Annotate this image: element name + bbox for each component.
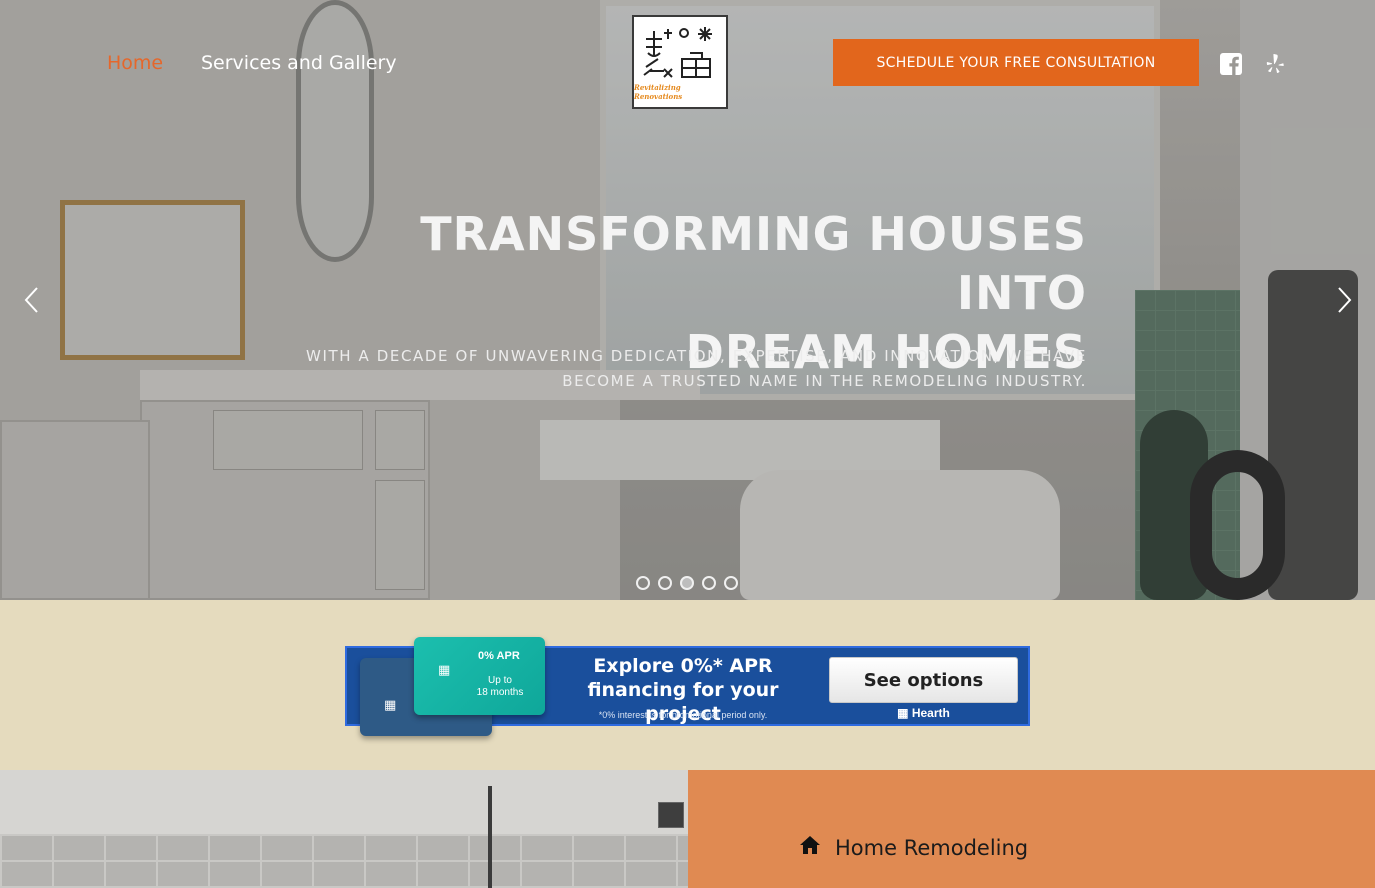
service-item-home-remodeling[interactable]: Home Remodeling (799, 835, 1028, 860)
hearth-logo-icon: ▦ (897, 706, 912, 720)
facebook-icon[interactable] (1219, 52, 1243, 76)
months-text: 18 months (476, 687, 524, 698)
financing-banner[interactable]: ▦ ▦ 0% APR Up to 18 months Explore 0%* A… (345, 637, 1030, 736)
financing-section: ▦ ▦ 0% APR Up to 18 months Explore 0%* A… (0, 600, 1375, 770)
logo-text: Revitalizing Renovations (634, 83, 683, 101)
hero-carousel: Home Services and Gallery Revitalizing R… (0, 0, 1375, 600)
nav-home-link[interactable]: Home (107, 52, 163, 74)
hero-subtitle-line1: WITH A DECADE OF UNWAVERING DEDICATION, … (306, 347, 1087, 365)
hero-title-line1: TRANSFORMING HOUSES INTO (420, 207, 1087, 320)
subway-tile-decoration (0, 834, 688, 888)
hearth-logo-icon: ▦ (384, 698, 397, 713)
carousel-dots (636, 576, 738, 590)
carousel-dot[interactable] (636, 576, 650, 590)
see-options-button[interactable]: See options (829, 657, 1018, 703)
carousel-dot[interactable] (658, 576, 672, 590)
service-label: Home Remodeling (835, 835, 1029, 860)
services-list: Home Remodeling (688, 770, 1375, 888)
fixture-decoration (658, 802, 684, 828)
shower-frame-decoration (488, 786, 492, 888)
financing-fine-print: *0% interest is for promotional period o… (598, 710, 768, 720)
headline-line1: Explore 0%* APR (593, 655, 773, 677)
hero-subtitle-line2: BECOME A TRUSTED NAME IN THE REMODELING … (562, 372, 1087, 390)
schedule-consultation-button[interactable]: SCHEDULE YOUR FREE CONSULTATION (833, 39, 1199, 86)
up-to-text: Up to (488, 675, 512, 686)
home-icon (799, 835, 821, 860)
services-image (0, 770, 688, 888)
term-label: Up to 18 months (474, 675, 526, 699)
apr-label: 0% APR (478, 650, 520, 662)
carousel-dot[interactable] (702, 576, 716, 590)
hearth-logo-icon: ▦ (438, 663, 451, 678)
hearth-brand-text: Hearth (911, 706, 950, 720)
yelp-icon[interactable] (1263, 52, 1287, 76)
carousel-prev-arrow-icon[interactable] (22, 286, 42, 314)
hearth-brand: ▦ Hearth (829, 706, 1018, 720)
site-logo[interactable]: Revitalizing Renovations (632, 15, 728, 109)
hero-subtitle: WITH A DECADE OF UNWAVERING DEDICATION, … (267, 344, 1087, 394)
carousel-next-arrow-icon[interactable] (1334, 286, 1354, 314)
nav-services-gallery-link[interactable]: Services and Gallery (201, 52, 397, 74)
carousel-dot-active[interactable] (680, 576, 694, 590)
carousel-dot[interactable] (724, 576, 738, 590)
card-front-graphic: ▦ 0% APR Up to 18 months (414, 637, 545, 715)
